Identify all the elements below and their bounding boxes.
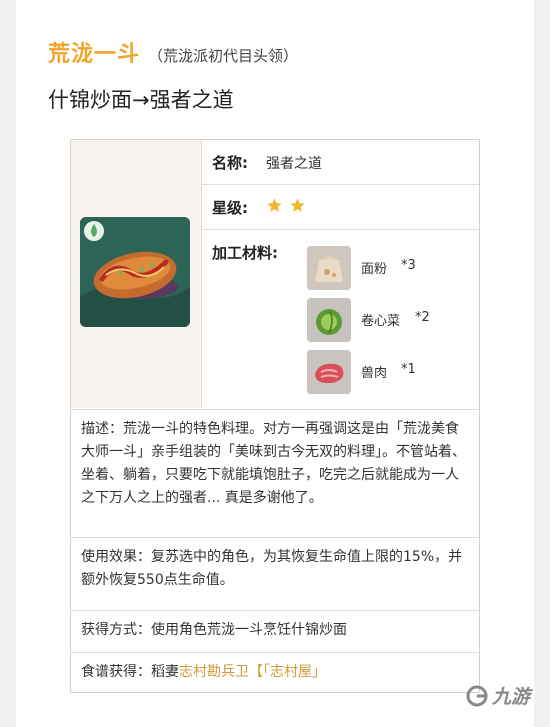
dish-title: 什锦炒面→强者之道 [48, 88, 234, 112]
star-row: 星级: [202, 185, 479, 230]
recipe-section: 食谱获得：稻妻志村勘兵卫【「志村屋」 [71, 652, 479, 692]
obtain-section: 获得方式：使用角色荒泷一斗烹饪什锦炒面 [71, 610, 479, 652]
material-qty: *2 [415, 310, 430, 325]
food-image [80, 217, 190, 327]
star-label: 星级: [212, 199, 248, 217]
star-rating [266, 197, 306, 214]
material-qty: *1 [401, 362, 416, 377]
star-icon [267, 198, 282, 212]
food-info-card: 名称: 强者之道 星级: 加工材料: 面粉 *3 卷心菜 *2 兽肉 *1 描述… [70, 139, 480, 693]
star-icon [290, 198, 305, 212]
watermark: 九游 [466, 682, 530, 709]
description-section: 描述：荒泷一斗的特色料理。对方一再强调这是由「荒泷美食大师一斗」亲手组装的「美味… [71, 409, 479, 537]
card-top: 名称: 强者之道 星级: 加工材料: 面粉 *3 卷心菜 *2 兽肉 *1 [71, 140, 479, 408]
raw-meat-icon [307, 350, 351, 394]
material-item: 兽肉 *1 [307, 350, 477, 394]
materials-label: 加工材料: [212, 244, 278, 262]
food-info-column: 名称: 强者之道 星级: 加工材料: 面粉 *3 卷心菜 *2 兽肉 *1 [202, 140, 479, 408]
food-hotdog-icon [80, 217, 190, 327]
effect-section: 使用效果：复苏选中的角色，为其恢复生命值上限的15%，并额外恢复550点生命值。 [71, 537, 479, 610]
food-icon-column [71, 140, 202, 408]
material-item: 面粉 *3 [307, 246, 477, 290]
name-label: 名称: [212, 154, 248, 172]
material-name: 兽肉 [361, 366, 388, 381]
character-role: （荒泷派初代目头领） [148, 47, 299, 65]
character-heading: 荒泷一斗 （荒泷派初代目头领） [48, 36, 298, 68]
material-name: 面粉 [361, 262, 388, 277]
recipe-label: 食谱获得：稻妻 [81, 664, 179, 680]
fade-overlay [359, 653, 479, 692]
right-margin-strip [534, 0, 550, 727]
name-value: 强者之道 [266, 156, 322, 172]
flour-sack-icon [307, 246, 351, 290]
name-row: 名称: 强者之道 [202, 140, 479, 185]
material-name: 卷心菜 [361, 314, 401, 329]
material-item: 卷心菜 *2 [307, 298, 477, 342]
cabbage-icon [307, 298, 351, 342]
materials-row: 加工材料: 面粉 *3 卷心菜 *2 兽肉 *1 [202, 230, 479, 408]
character-name: 荒泷一斗 [48, 42, 141, 67]
recipe-link[interactable]: 志村勘兵卫【「志村屋」 [179, 664, 326, 680]
jiuyou-logo-icon [466, 685, 488, 706]
material-qty: *3 [401, 258, 416, 273]
left-margin-strip [0, 0, 16, 727]
watermark-text: 九游 [492, 686, 531, 708]
